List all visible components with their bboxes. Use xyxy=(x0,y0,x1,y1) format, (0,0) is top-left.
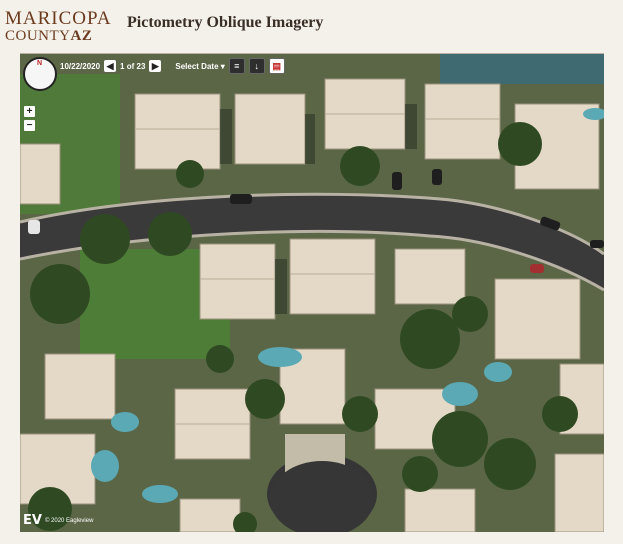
logo-line1: MARICOPA xyxy=(5,8,112,29)
zoom-out-button[interactable]: − xyxy=(24,120,35,131)
logo-line2: COUNTYAZ xyxy=(5,29,112,44)
page-header: MARICOPA COUNTYAZ Pictometry Oblique Ima… xyxy=(0,0,623,50)
page-title: Pictometry Oblique Imagery xyxy=(127,14,324,31)
prev-image-button[interactable]: ◀ xyxy=(104,60,117,72)
compass-rose[interactable]: N xyxy=(23,57,57,91)
pin-icon[interactable]: ↓ xyxy=(248,58,265,74)
eagleview-logo-icon: EV xyxy=(23,513,42,528)
next-image-button[interactable]: ▶ xyxy=(149,60,162,72)
zoom-in-button[interactable]: + xyxy=(24,106,35,117)
maricopa-county-logo[interactable]: MARICOPA COUNTYAZ xyxy=(5,9,112,44)
compass-north-label: N xyxy=(37,60,43,67)
capture-date: 10/22/2020 xyxy=(60,61,101,71)
image-page-info: 1 of 23 xyxy=(120,61,146,71)
aerial-image[interactable] xyxy=(20,54,604,532)
logo-az: AZ xyxy=(70,28,93,44)
select-date-dropdown[interactable]: Select Date ▾ xyxy=(175,62,224,71)
layers-icon[interactable]: ≡ xyxy=(228,58,245,74)
credit-text: © 2020 Eagleview xyxy=(44,517,94,524)
oblique-imagery-viewer[interactable]: N 10/22/2020 ◀ 1 of 23 ▶ Select Date ▾ ≡… xyxy=(20,53,604,532)
logo-county: COUNTY xyxy=(5,28,71,44)
zoom-controls: + − xyxy=(24,106,35,134)
pdf-icon[interactable]: ▤ xyxy=(268,58,285,74)
viewer-toolbar: 10/22/2020 ◀ 1 of 23 ▶ Select Date ▾ ≡ ↓… xyxy=(60,57,285,75)
image-credit: EV © 2020 Eagleview xyxy=(23,513,93,528)
